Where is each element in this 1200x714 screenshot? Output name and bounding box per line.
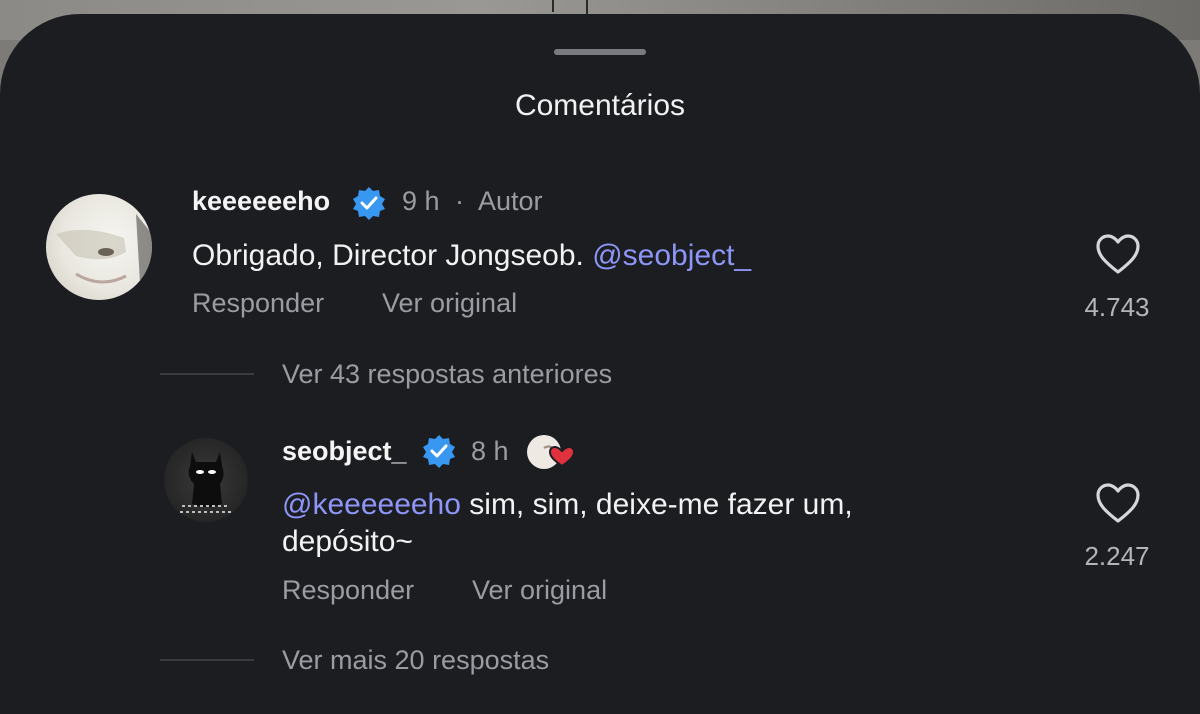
creator-liked-heart-icon [527, 435, 576, 469]
separator-dot: · [455, 186, 464, 216]
see-original-button[interactable]: Ver original [472, 575, 607, 606]
comment-text: @keeeeeeho sim, sim, deixe-me fazer um, [282, 485, 853, 525]
verified-badge-icon [423, 435, 455, 468]
mention-link[interactable]: @keeeeeeho [282, 488, 461, 521]
sheet-title: Comentários [514, 89, 686, 122]
avatar-seobject[interactable] [164, 438, 248, 522]
comment-time: 9 h [402, 186, 440, 216]
like-heart-icon[interactable] [1095, 233, 1141, 275]
see-original-button[interactable]: Ver original [382, 288, 517, 319]
avatar-keeeeeeho[interactable] [46, 194, 152, 300]
view-previous-replies-button[interactable]: Ver 43 respostas anteriores [282, 359, 612, 390]
author-badge: Autor [478, 186, 543, 216]
comment-username[interactable]: seobject_ [282, 436, 407, 467]
like-count: 4.743 [1084, 292, 1150, 322]
sheet-drag-handle[interactable] [554, 49, 646, 55]
like-heart-icon[interactable] [1095, 482, 1141, 524]
reply-button[interactable]: Responder [282, 575, 414, 606]
comment-username[interactable]: keeeeeeho [192, 186, 330, 217]
comment-text-body: Obrigado, Director Jongseob. [192, 239, 593, 272]
comment-text-line2: depósito~ [282, 525, 413, 558]
reply-button[interactable]: Responder [192, 288, 324, 319]
verified-badge-icon [353, 187, 385, 220]
mention-link[interactable]: @seobject_ [592, 239, 751, 272]
avatar-image [180, 452, 232, 513]
view-more-replies-button[interactable]: Ver mais 20 respostas [282, 645, 549, 676]
like-count: 2.247 [1084, 541, 1150, 571]
comment-time: 8 h [471, 436, 509, 466]
avatar-image [56, 214, 152, 300]
comment-text-body: sim, sim, deixe-me fazer um, [460, 488, 853, 521]
thread-divider [160, 373, 254, 375]
background-photo-detail [552, 0, 554, 12]
thread-divider [160, 659, 254, 661]
background-photo-detail [586, 0, 588, 14]
comment-text: Obrigado, Director Jongseob. @seobject_ [192, 236, 751, 276]
